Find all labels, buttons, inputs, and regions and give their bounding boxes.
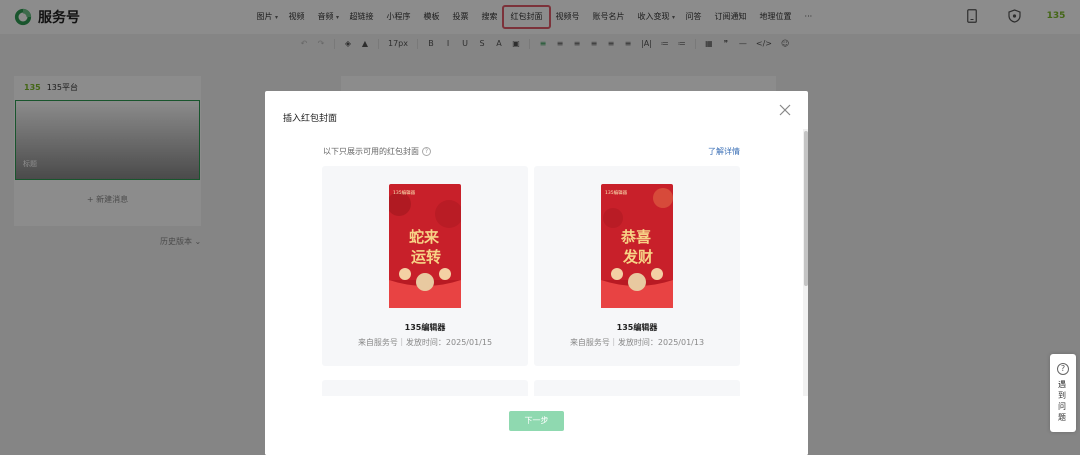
cover-top-label: 135编辑器: [393, 189, 416, 196]
red-packet-cover-card[interactable]: 135编辑器 恭喜 发财 135编辑器 来自服务号｜发放时间：2025/01/1…: [534, 166, 740, 366]
red-packet-cover-card[interactable]: 135编辑器 蛇来 运转 135编辑器 来自服务号｜发放时间：2025/01/1…: [322, 166, 528, 366]
question-circle-icon[interactable]: ?: [422, 147, 431, 156]
red-packet-cover-image: 135编辑器 恭喜 发财: [601, 184, 673, 308]
cover-calligraphy-line-1: 恭喜: [620, 228, 651, 246]
cover-calligraphy-line-1: 蛇来: [409, 228, 440, 246]
cover-top-label: 135编辑器: [605, 189, 628, 196]
hint-text: 以下只展示可用的红包封面: [323, 147, 419, 156]
cover-calligraphy-line-2: 发财: [622, 248, 653, 266]
learn-more-link[interactable]: 了解详情: [708, 146, 740, 157]
red-packet-cover-image: 135编辑器 蛇来 运转: [389, 184, 461, 308]
available-covers-hint: 以下只展示可用的红包封面 ?: [323, 146, 431, 157]
red-packet-cover-dialog: 插入红包封面 以下只展示可用的红包封面 ? 了解详情 135编辑器 蛇来 运转 …: [265, 91, 808, 455]
dialog-title: 插入红包封面: [283, 114, 338, 124]
cover-calligraphy-line-2: 运转: [411, 248, 441, 266]
cover-meta: 来自服务号｜发放时间：2025/01/15: [357, 338, 493, 347]
dialog-scrollbar-thumb[interactable]: [804, 131, 808, 286]
cover-name: 135编辑器: [616, 323, 658, 332]
help-label: 遇到问题: [1058, 380, 1066, 422]
cover-name: 135编辑器: [404, 323, 446, 332]
question-circle-icon: ?: [1057, 363, 1069, 375]
close-icon[interactable]: [778, 103, 792, 117]
help-floating-button[interactable]: ? 遇到问题: [1050, 354, 1076, 432]
next-step-button[interactable]: 下一步: [509, 411, 564, 431]
cover-meta: 来自服务号｜发放时间：2025/01/13: [569, 338, 705, 347]
